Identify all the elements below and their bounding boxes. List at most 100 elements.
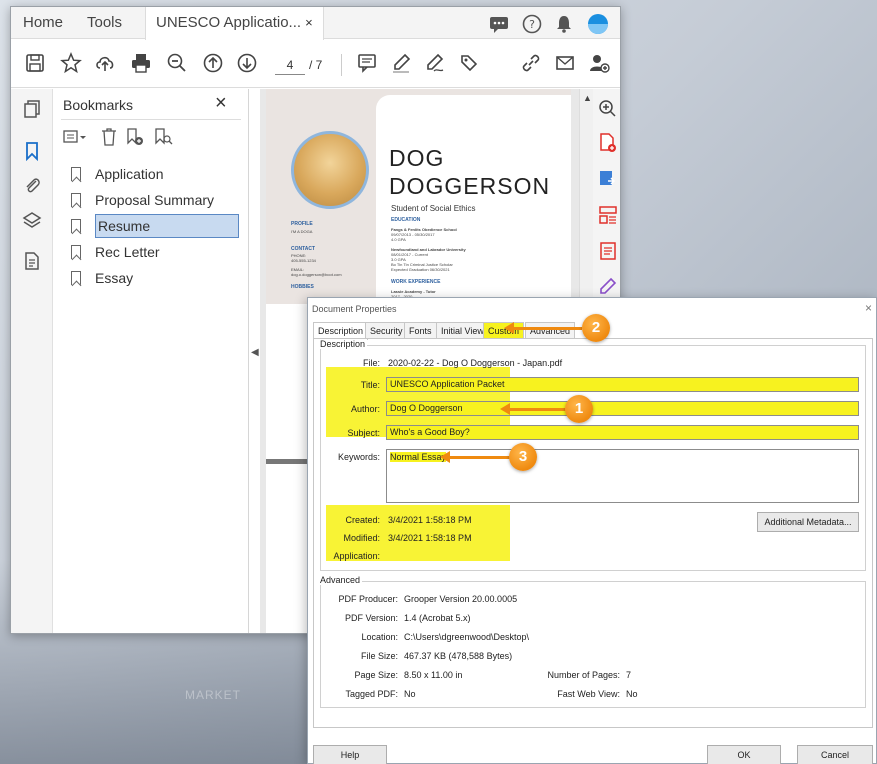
- author-input[interactable]: Dog O Doggerson: [386, 401, 859, 416]
- bookmark-icon: [71, 219, 81, 233]
- bookmark-list: Application Proposal Summary Resume Rec …: [63, 161, 249, 291]
- layers-icon[interactable]: [21, 211, 43, 233]
- fast-web-view-label: Fast Web View:: [557, 689, 620, 699]
- title-input[interactable]: UNESCO Application Packet: [386, 377, 859, 392]
- help-icon[interactable]: ?: [521, 13, 543, 35]
- main-toolbar: 4 / 7: [11, 40, 620, 88]
- dialog-title: Document Properties: [312, 304, 397, 314]
- tab-document[interactable]: UNESCO Applicatio... ×: [145, 7, 324, 40]
- bookmarks-close-icon[interactable]: ×: [215, 92, 227, 115]
- bookmark-item-proposal-summary[interactable]: Proposal Summary: [63, 187, 249, 213]
- pdf-producer-value: Grooper Version 20.00.0005: [404, 594, 518, 604]
- cancel-button[interactable]: Cancel: [797, 745, 873, 764]
- email-icon[interactable]: [553, 52, 577, 76]
- tab-advanced[interactable]: Advanced: [525, 322, 576, 339]
- bookmark-icon: [71, 245, 81, 259]
- export-pdf-icon[interactable]: [598, 169, 618, 189]
- zoom-out-icon[interactable]: [165, 52, 189, 76]
- highlight-pen-icon[interactable]: [389, 52, 413, 76]
- file-label: File:: [362, 358, 380, 368]
- collapse-panel-icon[interactable]: ◀: [251, 347, 259, 358]
- user-avatar-icon[interactable]: [587, 13, 609, 35]
- bookmark-item-essay[interactable]: Essay: [63, 265, 249, 291]
- zoom-in-icon[interactable]: [598, 99, 618, 119]
- modified-value: 3/4/2021 1:58:18 PM: [388, 533, 472, 543]
- resume-profile-heading: PROFILE: [291, 221, 313, 227]
- bookmark-item-application[interactable]: Application: [63, 161, 249, 187]
- callout-2-badge: 2: [582, 314, 610, 342]
- stamp-icon[interactable]: [457, 52, 481, 76]
- resume-edu2-grad: Expected Graduation 06/30/2021: [391, 267, 450, 272]
- ok-button[interactable]: OK: [707, 745, 781, 764]
- star-icon[interactable]: [59, 52, 83, 76]
- cloud-upload-icon[interactable]: [93, 52, 117, 76]
- tab-security[interactable]: Security: [365, 322, 408, 339]
- bookmark-panel-icon[interactable]: [21, 141, 43, 163]
- page-down-icon[interactable]: [235, 52, 259, 76]
- fast-web-view-value: No: [626, 689, 638, 699]
- tab-initial-view[interactable]: Initial View: [436, 322, 489, 339]
- document-properties-icon[interactable]: [21, 251, 43, 273]
- subject-label: Subject:: [347, 428, 380, 438]
- bookmark-icon: [71, 167, 81, 181]
- page-thumbnails-icon[interactable]: [21, 99, 43, 121]
- find-bookmark-icon[interactable]: [153, 127, 173, 147]
- additional-metadata-button[interactable]: Additional Metadata...: [757, 512, 859, 532]
- edit-pdf-icon[interactable]: [598, 241, 618, 261]
- print-icon[interactable]: [129, 52, 153, 76]
- notification-bell-icon[interactable]: [553, 13, 575, 35]
- organize-pages-icon[interactable]: [598, 205, 618, 225]
- bookmark-item-resume[interactable]: Resume: [63, 213, 249, 239]
- resume-hobbies-heading: HOBBIES: [291, 284, 314, 290]
- resume-email: dog.o.doggerson@boot.com: [291, 272, 342, 277]
- attachment-icon[interactable]: [21, 175, 43, 197]
- subject-input[interactable]: Who's a Good Boy?: [386, 425, 859, 440]
- callout-2-arrow-line: [512, 327, 582, 330]
- save-icon[interactable]: [23, 52, 47, 76]
- tab-fonts[interactable]: Fonts: [404, 322, 437, 339]
- tab-tools[interactable]: Tools: [87, 7, 122, 39]
- dialog-close-icon[interactable]: ×: [865, 301, 872, 315]
- svg-text:?: ?: [529, 18, 535, 31]
- location-label: Location:: [361, 632, 398, 642]
- bookmark-options-icon[interactable]: [63, 127, 86, 147]
- document-properties-dialog: Document Properties × Description Securi…: [307, 297, 877, 764]
- file-size-label: File Size:: [360, 651, 398, 661]
- bookmarks-divider: [61, 119, 241, 120]
- tab-document-label: UNESCO Applicatio...: [156, 14, 302, 31]
- page-number-input[interactable]: 4: [275, 55, 305, 75]
- sign-icon[interactable]: [423, 52, 447, 76]
- resume-card: [376, 95, 571, 310]
- tab-home[interactable]: Home: [23, 7, 63, 39]
- created-value: 3/4/2021 1:58:18 PM: [388, 515, 472, 525]
- delete-bookmark-icon[interactable]: [99, 127, 119, 147]
- bookmarks-panel: Bookmarks × Application Proposal Summary…: [53, 89, 249, 633]
- help-button[interactable]: Help: [313, 745, 387, 764]
- tagged-pdf-value: No: [404, 689, 416, 699]
- add-user-icon[interactable]: [587, 52, 611, 76]
- scroll-up-icon[interactable]: ▲: [583, 93, 592, 103]
- callout-3-arrow-head: [440, 451, 450, 463]
- number-of-pages-value: 7: [626, 670, 632, 680]
- modified-label: Modified:: [343, 533, 380, 543]
- create-pdf-icon[interactable]: [598, 133, 618, 153]
- page-total: / 7: [309, 58, 323, 72]
- bookmark-item-rec-letter[interactable]: Rec Letter: [63, 239, 249, 265]
- callout-1-arrow-head: [500, 403, 510, 415]
- bookmarks-title: Bookmarks: [63, 97, 134, 113]
- page-up-icon[interactable]: [201, 52, 225, 76]
- author-label: Author:: [350, 404, 380, 414]
- pdf-producer-label: PDF Producer:: [338, 594, 398, 604]
- share-link-icon[interactable]: [519, 52, 543, 76]
- new-bookmark-icon[interactable]: [125, 127, 145, 147]
- resume-subtitle: Student of Social Ethics: [391, 204, 476, 213]
- comment-bubble-icon[interactable]: [488, 13, 510, 35]
- toolbar-divider: [341, 54, 342, 76]
- fill-sign-icon[interactable]: [598, 277, 618, 297]
- file-value: 2020-02-22 - Dog O Doggerson - Japan.pdf: [388, 358, 563, 368]
- comment-icon[interactable]: [355, 52, 379, 76]
- bookmark-icon: [71, 271, 81, 285]
- file-size-value: 467.37 KB (478,588 Bytes): [404, 651, 513, 661]
- tab-close-icon[interactable]: ×: [305, 15, 313, 30]
- callout-1-arrow-line: [508, 408, 566, 411]
